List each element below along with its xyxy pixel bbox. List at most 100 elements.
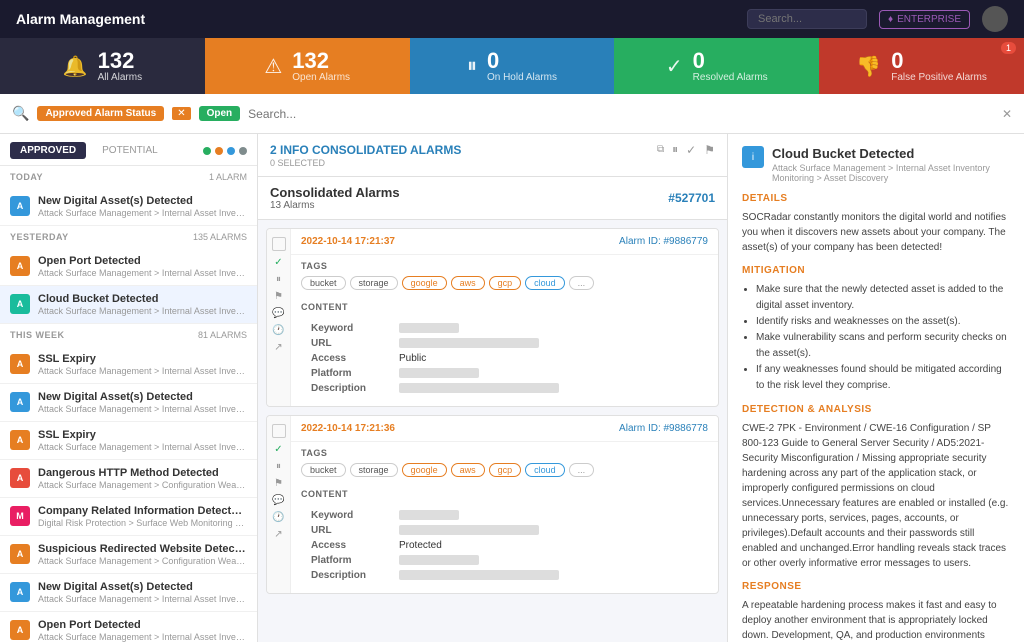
section-yesterday: YESTERDAY 135 ALARMS (0, 226, 257, 248)
alarm-icon: A (10, 354, 30, 374)
list-item[interactable]: M Company Related Information Detected o… (0, 498, 257, 536)
alarm-subtitle: Attack Surface Management > Internal Ass… (38, 442, 247, 452)
pause-toolbar-icon[interactable]: ⏸ (672, 142, 678, 157)
stat-falsepositive-alarms[interactable]: 1 👎 0 False Positive Alarms (819, 38, 1024, 94)
card-resolve-icon[interactable]: ✓ (274, 257, 282, 268)
alarm-cards: ✓ ⏸ ⚑ 💬 🕐 ↗ 2022-10-14 17:21:37 Alarm ID… (258, 220, 727, 642)
search-bar: 🔍 Approved Alarm Status ✕ Open ✕ (0, 94, 1024, 134)
stat-onhold-alarms[interactable]: ⏸ 0 On Hold Alarms (410, 38, 615, 94)
details-section: DETAILS SOCRadar constantly monitors the… (742, 193, 1010, 255)
card-clock-icon[interactable]: 🕐 (272, 325, 284, 336)
tab-potential[interactable]: POTENTIAL (92, 142, 168, 159)
selected-info: 0 SELECTED (270, 158, 715, 168)
card-clock-icon[interactable]: 🕐 (272, 512, 284, 523)
onhold-alarms-label: On Hold Alarms (487, 72, 557, 83)
filter-remove-button[interactable]: ✕ (172, 107, 190, 120)
tag-bucket[interactable]: bucket (301, 276, 346, 290)
avatar[interactable] (982, 6, 1008, 32)
check-toolbar-icon[interactable]: ✓ (686, 143, 696, 157)
dot-indicators (203, 147, 247, 155)
card-content-section: CONTENT Keyword URL Access Protected Pla… (291, 483, 718, 593)
description-value (399, 383, 559, 393)
tags-row: bucket storage google aws gcp cloud ... (301, 463, 708, 477)
card-resolve-icon[interactable]: ✓ (274, 444, 282, 455)
card-pause-icon[interactable]: ⏸ (276, 274, 281, 285)
card-header: 2022-10-14 17:21:36 Alarm ID: #9886778 (291, 416, 718, 442)
tag-cloud[interactable]: cloud (525, 276, 565, 290)
card-date: 2022-10-14 17:21:36 (301, 423, 395, 434)
tag-more[interactable]: ... (569, 276, 595, 290)
alarm-icon: A (10, 392, 30, 412)
mitigation-title: MITIGATION (742, 265, 1010, 276)
alarm-icon: A (10, 294, 30, 314)
tag-google[interactable]: google (402, 463, 447, 477)
tag-gcp[interactable]: gcp (489, 276, 522, 290)
card-checkbox[interactable] (272, 424, 286, 438)
details-text: SOCRadar constantly monitors the digital… (742, 210, 1010, 255)
stat-resolved-alarms[interactable]: ✓ 0 Resolved Alarms (614, 38, 819, 94)
url-value (399, 525, 539, 535)
platform-value (399, 555, 479, 565)
approved-filter-badge[interactable]: Approved Alarm Status (37, 106, 164, 121)
card-comment-icon[interactable]: 💬 (272, 495, 284, 506)
list-item: Identify risks and weaknesses on the ass… (756, 314, 1010, 330)
list-item[interactable]: A New Digital Asset(s) Detected Attack S… (0, 574, 257, 612)
list-item[interactable]: A New Digital Asset(s) Detected Attack S… (0, 384, 257, 422)
alarm-title: Cloud Bucket Detected (38, 293, 247, 305)
main-content: APPROVED POTENTIAL TODAY 1 ALARM A New D… (0, 134, 1024, 642)
onhold-alarms-count: 0 (487, 50, 557, 72)
tag-bucket[interactable]: bucket (301, 463, 346, 477)
stat-open-alarms[interactable]: ⚠ 132 Open Alarms (205, 38, 410, 94)
header-search-input[interactable] (747, 9, 867, 29)
card-date: 2022-10-14 17:21:37 (301, 236, 395, 247)
open-filter-badge[interactable]: Open (199, 106, 241, 121)
alarm-list: TODAY 1 ALARM A New Digital Asset(s) Det… (0, 166, 257, 642)
close-search-icon[interactable]: ✕ (1002, 107, 1012, 121)
alarm-icon: A (10, 620, 30, 640)
search-input[interactable] (248, 107, 994, 121)
right-panel-header: i Cloud Bucket Detected Attack Surface M… (742, 146, 1010, 183)
stat-all-alarms[interactable]: 🔔 132 All Alarms (0, 38, 205, 94)
header-right: ♦ ENTERPRISE (747, 6, 1008, 32)
alarm-icon: A (10, 544, 30, 564)
card-share-icon[interactable]: ↗ (274, 529, 282, 540)
tab-approved[interactable]: APPROVED (10, 142, 86, 159)
list-item[interactable]: A Open Port Detected Attack Surface Mana… (0, 612, 257, 642)
list-item[interactable]: A SSL Expiry Attack Surface Management >… (0, 422, 257, 460)
flag-toolbar-icon[interactable]: ⚑ (704, 143, 715, 157)
card-comment-icon[interactable]: 💬 (272, 308, 284, 319)
alarm-card: ✓ ⏸ ⚑ 💬 🕐 ↗ 2022-10-14 17:21:36 Alarm ID… (266, 415, 719, 594)
alarm-subtitle: Attack Surface Management > Internal Ass… (38, 404, 247, 414)
card-alarm-id: Alarm ID: #9886779 (619, 236, 708, 247)
list-item[interactable]: A New Digital Asset(s) Detected Attack S… (0, 188, 257, 226)
card-checkbox[interactable] (272, 237, 286, 251)
tag-storage[interactable]: storage (350, 463, 398, 477)
card-pause-icon[interactable]: ⏸ (276, 461, 281, 472)
card-side-icons: ✓ ⏸ ⚑ 💬 🕐 ↗ (267, 416, 291, 593)
list-item[interactable]: A Dangerous HTTP Method Detected Attack … (0, 460, 257, 498)
alarm-title: Open Port Detected (38, 255, 247, 267)
card-share-icon[interactable]: ↗ (274, 342, 282, 353)
card-flag-icon[interactable]: ⚑ (274, 291, 283, 302)
tag-aws[interactable]: aws (451, 463, 485, 477)
tag-cloud[interactable]: cloud (525, 463, 565, 477)
alarms-subheader: Consolidated Alarms 13 Alarms #527701 (258, 177, 727, 220)
tag-more[interactable]: ... (569, 463, 595, 477)
list-item[interactable]: A SSL Expiry Attack Surface Management >… (0, 346, 257, 384)
card-tags-section: TAGS bucket storage google aws gcp cloud… (291, 255, 718, 296)
detection-section: DETECTION & ANALYSIS CWE-2 7PK - Environ… (742, 404, 1010, 571)
tag-aws[interactable]: aws (451, 276, 485, 290)
detection-text: CWE-2 7PK - Environment / CWE-16 Configu… (742, 421, 1010, 571)
copy-icon[interactable]: ⧉ (657, 144, 664, 155)
list-item[interactable]: A Cloud Bucket Detected Attack Surface M… (0, 286, 257, 324)
alarm-title: New Digital Asset(s) Detected (38, 581, 247, 593)
alarm-subtitle: Attack Surface Management > Internal Ass… (38, 306, 247, 316)
list-item[interactable]: A Open Port Detected Attack Surface Mana… (0, 248, 257, 286)
tag-storage[interactable]: storage (350, 276, 398, 290)
open-alarms-label: Open Alarms (292, 72, 350, 83)
card-flag-icon[interactable]: ⚑ (274, 478, 283, 489)
tag-gcp[interactable]: gcp (489, 463, 522, 477)
list-item[interactable]: A Suspicious Redirected Website Detected… (0, 536, 257, 574)
tag-google[interactable]: google (402, 276, 447, 290)
list-item: Make vulnerability scans and perform sec… (756, 330, 1010, 362)
